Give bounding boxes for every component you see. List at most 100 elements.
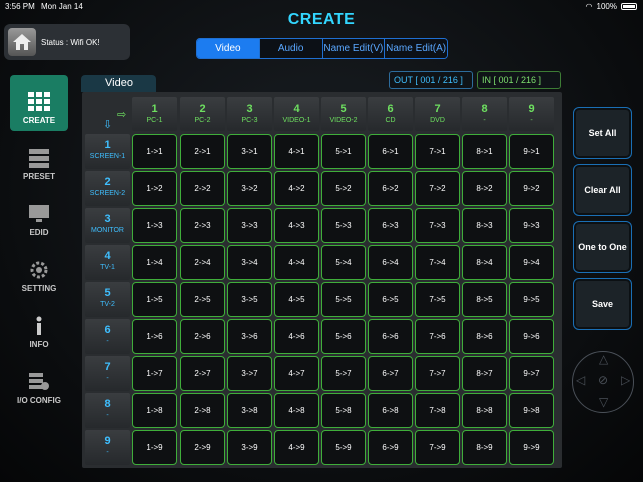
matrix-cell[interactable]: 5->7 <box>321 356 366 391</box>
row-header[interactable]: 4 TV-1 <box>85 245 130 280</box>
matrix-cell[interactable]: 8->9 <box>462 430 507 465</box>
tab-name-edit-a[interactable]: Name Edit(A) <box>385 39 447 58</box>
column-header[interactable]: 7 DVD <box>415 97 460 131</box>
row-header[interactable]: 9- <box>85 430 130 465</box>
arrow-right-icon[interactable]: ▷ <box>621 373 630 387</box>
matrix-cell[interactable]: 1->1 <box>132 134 177 169</box>
out-counter[interactable]: OUT [ 001 / 216 ] <box>389 71 473 89</box>
matrix-cell[interactable]: 9->9 <box>509 430 554 465</box>
matrix-cell[interactable]: 5->9 <box>321 430 366 465</box>
tab-video[interactable]: Video <box>197 39 260 58</box>
matrix-cell[interactable]: 5->8 <box>321 393 366 428</box>
sidebar-item-io-config[interactable]: I/O CONFIG <box>10 355 68 411</box>
column-header[interactable]: 9- <box>509 97 554 131</box>
matrix-cell[interactable]: 9->1 <box>509 134 554 169</box>
matrix-cell[interactable]: 1->2 <box>132 171 177 206</box>
matrix-cell[interactable]: 3->5 <box>227 282 272 317</box>
matrix-cell[interactable]: 4->7 <box>274 356 319 391</box>
matrix-cell[interactable]: 5->4 <box>321 245 366 280</box>
matrix-cell[interactable]: 2->9 <box>180 430 225 465</box>
matrix-cell[interactable]: 8->1 <box>462 134 507 169</box>
matrix-cell[interactable]: 1->3 <box>132 208 177 243</box>
matrix-cell[interactable]: 3->8 <box>227 393 272 428</box>
matrix-cell[interactable]: 9->6 <box>509 319 554 354</box>
matrix-cell[interactable]: 5->2 <box>321 171 366 206</box>
matrix-cell[interactable]: 7->3 <box>415 208 460 243</box>
column-header[interactable]: 4 VIDEO-1 <box>274 97 319 131</box>
matrix-cell[interactable]: 9->4 <box>509 245 554 280</box>
row-header[interactable]: 7- <box>85 356 130 391</box>
matrix-cell[interactable]: 3->3 <box>227 208 272 243</box>
matrix-cell[interactable]: 6->4 <box>368 245 413 280</box>
save-button[interactable]: Save <box>573 278 632 330</box>
matrix-cell[interactable]: 2->1 <box>180 134 225 169</box>
matrix-cell[interactable]: 1->4 <box>132 245 177 280</box>
matrix-cell[interactable]: 7->6 <box>415 319 460 354</box>
matrix-cell[interactable]: 9->2 <box>509 171 554 206</box>
home-icon[interactable] <box>8 28 36 56</box>
matrix-cell[interactable]: 6->7 <box>368 356 413 391</box>
matrix-cell[interactable]: 8->4 <box>462 245 507 280</box>
row-header[interactable]: 6- <box>85 319 130 354</box>
matrix-cell[interactable]: 3->2 <box>227 171 272 206</box>
matrix-cell[interactable]: 3->6 <box>227 319 272 354</box>
matrix-cell[interactable]: 1->5 <box>132 282 177 317</box>
matrix-cell[interactable]: 8->3 <box>462 208 507 243</box>
matrix-cell[interactable]: 4->1 <box>274 134 319 169</box>
row-header[interactable]: 5 TV-2 <box>85 282 130 317</box>
matrix-cell[interactable]: 4->3 <box>274 208 319 243</box>
matrix-cell[interactable]: 8->5 <box>462 282 507 317</box>
direction-pad[interactable]: △ ▽ ◁ ▷ ⊘ <box>572 351 634 413</box>
column-header[interactable]: 5 VIDEO-2 <box>321 97 366 131</box>
matrix-cell[interactable]: 6->1 <box>368 134 413 169</box>
matrix-cell[interactable]: 6->3 <box>368 208 413 243</box>
row-header[interactable]: 3 MONITOR <box>85 208 130 243</box>
matrix-cell[interactable]: 2->2 <box>180 171 225 206</box>
tab-audio[interactable]: Audio <box>259 39 323 58</box>
matrix-cell[interactable]: 2->6 <box>180 319 225 354</box>
matrix-cell[interactable]: 9->8 <box>509 393 554 428</box>
matrix-cell[interactable]: 4->4 <box>274 245 319 280</box>
in-counter[interactable]: IN [ 001 / 216 ] <box>477 71 561 89</box>
column-header[interactable]: 8- <box>462 97 507 131</box>
matrix-cell[interactable]: 4->2 <box>274 171 319 206</box>
matrix-cell[interactable]: 2->8 <box>180 393 225 428</box>
arrow-up-icon[interactable]: △ <box>599 352 608 366</box>
matrix-cell[interactable]: 6->8 <box>368 393 413 428</box>
matrix-cell[interactable]: 6->2 <box>368 171 413 206</box>
arrow-left-icon[interactable]: ◁ <box>576 373 585 387</box>
arrow-down-icon[interactable]: ▽ <box>599 395 608 409</box>
matrix-cell[interactable]: 6->6 <box>368 319 413 354</box>
matrix-cell[interactable]: 3->4 <box>227 245 272 280</box>
matrix-cell[interactable]: 9->5 <box>509 282 554 317</box>
matrix-cell[interactable]: 8->8 <box>462 393 507 428</box>
matrix-cell[interactable]: 3->7 <box>227 356 272 391</box>
column-header[interactable]: 6 CD <box>368 97 413 131</box>
matrix-cell[interactable]: 1->7 <box>132 356 177 391</box>
sidebar-item-create[interactable]: CREATE <box>10 75 68 131</box>
matrix-cell[interactable]: 2->3 <box>180 208 225 243</box>
matrix-cell[interactable]: 8->7 <box>462 356 507 391</box>
matrix-cell[interactable]: 3->1 <box>227 134 272 169</box>
matrix-cell[interactable]: 4->6 <box>274 319 319 354</box>
matrix-cell[interactable]: 1->6 <box>132 319 177 354</box>
matrix-cell[interactable]: 9->7 <box>509 356 554 391</box>
matrix-cell[interactable]: 5->6 <box>321 319 366 354</box>
column-header[interactable]: 3 PC-3 <box>227 97 272 131</box>
row-header[interactable]: 8- <box>85 393 130 428</box>
matrix-cell[interactable]: 5->5 <box>321 282 366 317</box>
matrix-cell[interactable]: 6->9 <box>368 430 413 465</box>
sidebar-item-info[interactable]: INFO <box>10 299 68 355</box>
matrix-cell[interactable]: 7->7 <box>415 356 460 391</box>
column-header[interactable]: 2 PC-2 <box>180 97 225 131</box>
sidebar-item-preset[interactable]: PRESET <box>10 131 68 187</box>
matrix-cell[interactable]: 2->4 <box>180 245 225 280</box>
sidebar-item-setting[interactable]: SETTING <box>10 243 68 299</box>
matrix-cell[interactable]: 1->9 <box>132 430 177 465</box>
matrix-cell[interactable]: 4->9 <box>274 430 319 465</box>
matrix-cell[interactable]: 7->9 <box>415 430 460 465</box>
matrix-cell[interactable]: 3->9 <box>227 430 272 465</box>
row-header[interactable]: 2 SCREEN-2 <box>85 171 130 206</box>
one-to-one-button[interactable]: One to One <box>573 221 632 273</box>
matrix-cell[interactable]: 7->1 <box>415 134 460 169</box>
